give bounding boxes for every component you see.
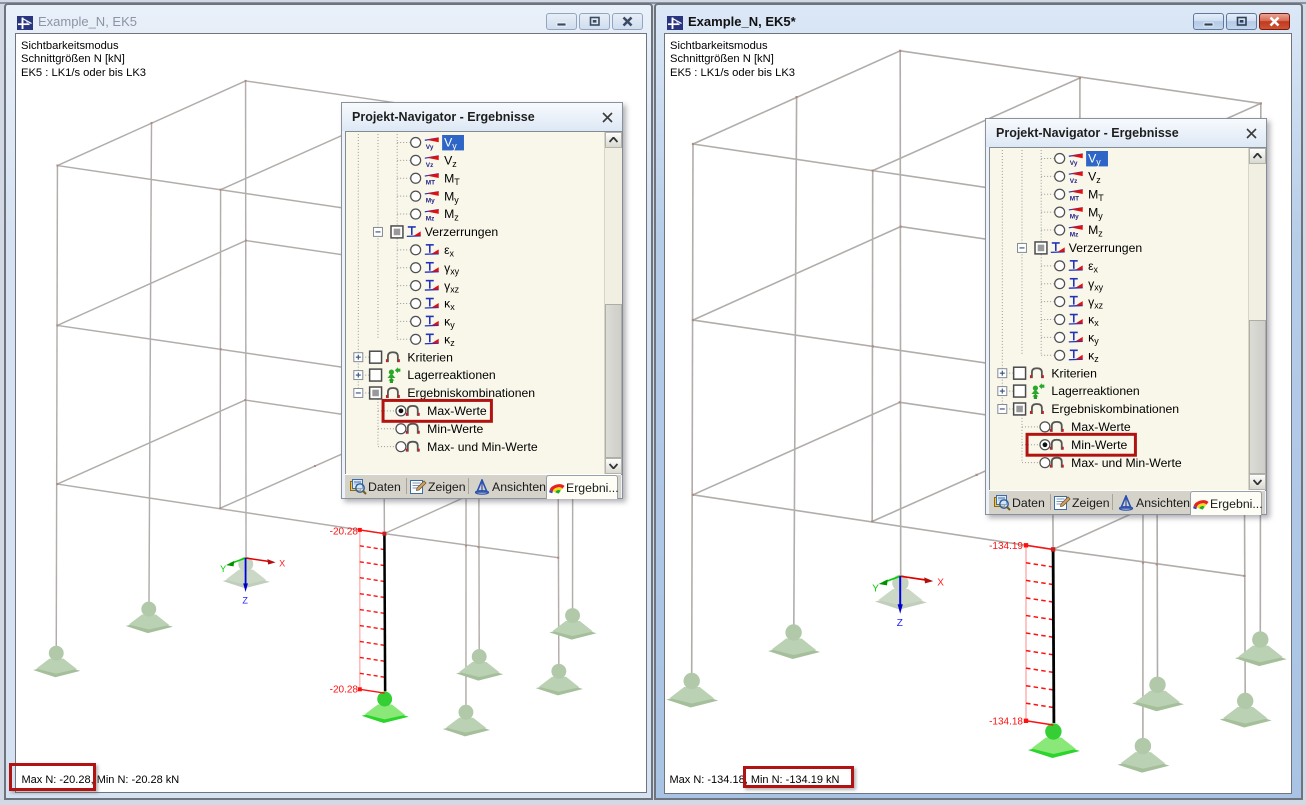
svg-text:Vz: Vz (444, 154, 457, 169)
svg-text:Kriterien: Kriterien (1051, 366, 1097, 380)
svg-text:κx: κx (444, 297, 455, 312)
svg-text:-20.28: -20.28 (329, 526, 358, 537)
svg-text:Ergebniskombinationen: Ergebniskombinationen (407, 386, 535, 400)
svg-text:-134.19: -134.19 (989, 541, 1023, 552)
svg-text:MT: MT (425, 180, 434, 187)
svg-text:Lagerreaktionen: Lagerreaktionen (407, 368, 495, 382)
svg-text:εx: εx (1088, 259, 1098, 274)
svg-text:Min-Werte: Min-Werte (427, 422, 483, 436)
svg-text:Vz: Vz (1088, 170, 1101, 185)
svg-text:κz: κz (1088, 348, 1099, 363)
svg-text:Verzerrungen: Verzerrungen (424, 225, 497, 239)
svg-text:γxz: γxz (444, 279, 460, 294)
svg-text:γxy: γxy (444, 261, 460, 276)
svg-text:MT: MT (1069, 196, 1078, 203)
svg-text:My: My (1069, 214, 1078, 221)
svg-text:κz: κz (444, 332, 455, 347)
svg-text:Vz: Vz (1069, 178, 1077, 185)
svg-text:Ergebniskombinationen: Ergebniskombinationen (1051, 402, 1179, 416)
svg-text:Kriterien: Kriterien (407, 350, 453, 364)
svg-text:MT: MT (444, 171, 460, 186)
svg-text:Max- und Min-Werte: Max- und Min-Werte (1071, 456, 1182, 470)
svg-text:γxy: γxy (1088, 277, 1104, 292)
svg-text:κx: κx (1088, 313, 1099, 328)
svg-text:-134.18: -134.18 (989, 716, 1023, 727)
svg-text:κy: κy (1088, 331, 1099, 346)
svg-text:Verzerrungen: Verzerrungen (1068, 241, 1141, 255)
svg-text:Max-Werte: Max-Werte (1071, 420, 1131, 434)
svg-text:My: My (1088, 205, 1103, 220)
svg-text:Lagerreaktionen: Lagerreaktionen (1051, 384, 1139, 398)
svg-text:Min-Werte: Min-Werte (1071, 438, 1127, 452)
svg-text:Vy: Vy (1069, 160, 1077, 167)
svg-text:Max- und Min-Werte: Max- und Min-Werte (427, 440, 538, 454)
svg-text:MT: MT (1088, 187, 1104, 202)
svg-text:κy: κy (444, 315, 455, 330)
svg-text:γxz: γxz (1088, 295, 1104, 310)
svg-text:My: My (444, 189, 459, 204)
svg-text:-20.28: -20.28 (329, 684, 358, 695)
svg-text:Max-Werte: Max-Werte (427, 404, 487, 418)
svg-text:Mz: Mz (425, 215, 434, 222)
svg-text:Vz: Vz (425, 162, 433, 169)
svg-text:My: My (425, 198, 434, 205)
svg-text:Mz: Mz (1088, 223, 1103, 238)
svg-text:Vy: Vy (425, 144, 433, 151)
svg-text:Mz: Mz (1069, 231, 1078, 238)
svg-text:Mz: Mz (444, 207, 459, 222)
svg-text:εx: εx (444, 243, 454, 258)
